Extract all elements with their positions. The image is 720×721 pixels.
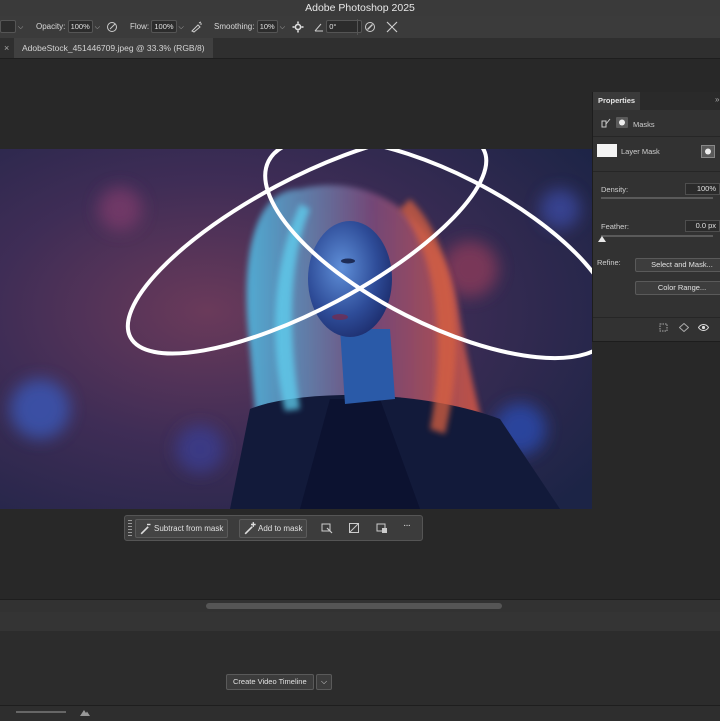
- brush-subtract-icon: [140, 523, 151, 535]
- properties-panel: Properties » Masks Layer Mask Density: 1…: [592, 92, 720, 342]
- opacity-label: Opacity:: [36, 22, 66, 31]
- add-pixel-mask-icon[interactable]: [701, 145, 715, 158]
- opacity-control: Opacity: 100% ⌵: [36, 16, 100, 38]
- app-title: Adobe Photoshop 2025: [0, 0, 720, 16]
- add-to-mask-label: Add to mask: [258, 524, 303, 533]
- eye-icon[interactable]: [698, 323, 709, 332]
- flow-label: Flow:: [130, 22, 150, 31]
- layer-mask-label: Layer Mask: [621, 147, 660, 156]
- airbrush-icon[interactable]: [190, 16, 203, 38]
- properties-panel-header: Properties »: [593, 92, 720, 110]
- chevron-down-icon[interactable]: ⌵: [280, 17, 285, 39]
- layer-mask-thumbnail[interactable]: [597, 144, 617, 157]
- pixel-mask-icon[interactable]: [601, 118, 611, 128]
- create-video-timeline-button[interactable]: Create Video Timeline: [226, 674, 314, 690]
- angle-icon: [314, 23, 323, 32]
- scrollbar-thumb[interactable]: [206, 603, 502, 609]
- load-selection-icon[interactable]: [659, 323, 668, 332]
- refine-label: Refine:: [597, 258, 621, 267]
- panel-menu-icon[interactable]: »: [715, 95, 719, 104]
- document-tab[interactable]: AdobeStock_451446709.jpeg @ 33.3% (RGB/8…: [14, 38, 213, 58]
- subtract-from-mask-label: Subtract from mask: [154, 524, 224, 533]
- feather-label: Feather:: [601, 222, 629, 231]
- smoothing-field[interactable]: 10%: [256, 20, 278, 34]
- select-and-mask-button[interactable]: Select and Mask...: [635, 258, 720, 272]
- flow-control: Flow: 100% ⌵: [130, 16, 184, 38]
- timeline-footer: [0, 705, 720, 721]
- pressure-size-icon[interactable]: [364, 16, 376, 38]
- feather-slider-handle[interactable]: [598, 236, 606, 242]
- feather-field[interactable]: 0.0 px: [685, 220, 720, 232]
- smoothing-label: Smoothing:: [214, 22, 255, 31]
- density-slider[interactable]: [601, 197, 713, 199]
- chevron-down-icon[interactable]: ⌵: [179, 17, 184, 39]
- opacity-field[interactable]: 100%: [67, 20, 93, 34]
- chevron-down-icon[interactable]: ⌵: [95, 17, 100, 39]
- pressure-opacity-icon[interactable]: [106, 16, 118, 38]
- mask-options-icon[interactable]: [321, 522, 333, 534]
- tab-properties[interactable]: Properties: [593, 92, 641, 110]
- density-field[interactable]: 100%: [685, 183, 720, 195]
- contextual-task-bar: Subtract from mask Add to mask ···: [124, 515, 423, 541]
- symmetry-icon[interactable]: [386, 16, 398, 38]
- invert-mask-icon[interactable]: [348, 522, 360, 534]
- color-range-button[interactable]: Color Range...: [635, 281, 720, 295]
- more-options-icon[interactable]: ···: [403, 520, 411, 531]
- options-bar: ⌵ Opacity: 100% ⌵ Flow: 100% ⌵ Smoothing: …: [0, 16, 720, 38]
- tool-preset-dropdown[interactable]: ⌵: [0, 16, 23, 38]
- zoom-slider[interactable]: [16, 711, 66, 713]
- brush-angle-control: 0°: [314, 16, 363, 38]
- brush-add-icon: [244, 522, 256, 535]
- horizontal-scrollbar[interactable]: [0, 599, 720, 612]
- fill-mask-icon[interactable]: [376, 522, 388, 534]
- smoothing-control: Smoothing: 10% ⌵: [214, 16, 285, 38]
- subtract-from-mask-button[interactable]: Subtract from mask: [135, 519, 229, 538]
- density-label: Density:: [601, 185, 629, 194]
- chevron-down-icon[interactable]: ⌵: [316, 674, 332, 690]
- mask-thumbnail-icon: [616, 117, 628, 128]
- close-icon[interactable]: ×: [4, 38, 9, 58]
- document-tab-bar: × AdobeStock_451446709.jpeg @ 33.3% (RGB…: [0, 38, 720, 59]
- gear-icon[interactable]: [292, 16, 304, 38]
- photo-image: [0, 149, 592, 509]
- add-to-mask-button[interactable]: Add to mask: [239, 519, 308, 538]
- feather-slider[interactable]: [601, 235, 713, 237]
- drag-handle-icon[interactable]: [128, 519, 132, 537]
- timeline-panel-header: [0, 612, 720, 632]
- flow-field[interactable]: 100%: [151, 20, 177, 34]
- document-canvas[interactable]: [0, 149, 592, 509]
- masks-section-label: Masks: [633, 120, 655, 129]
- mountain-zoom-icon[interactable]: [80, 708, 90, 716]
- apply-mask-icon[interactable]: [679, 323, 689, 332]
